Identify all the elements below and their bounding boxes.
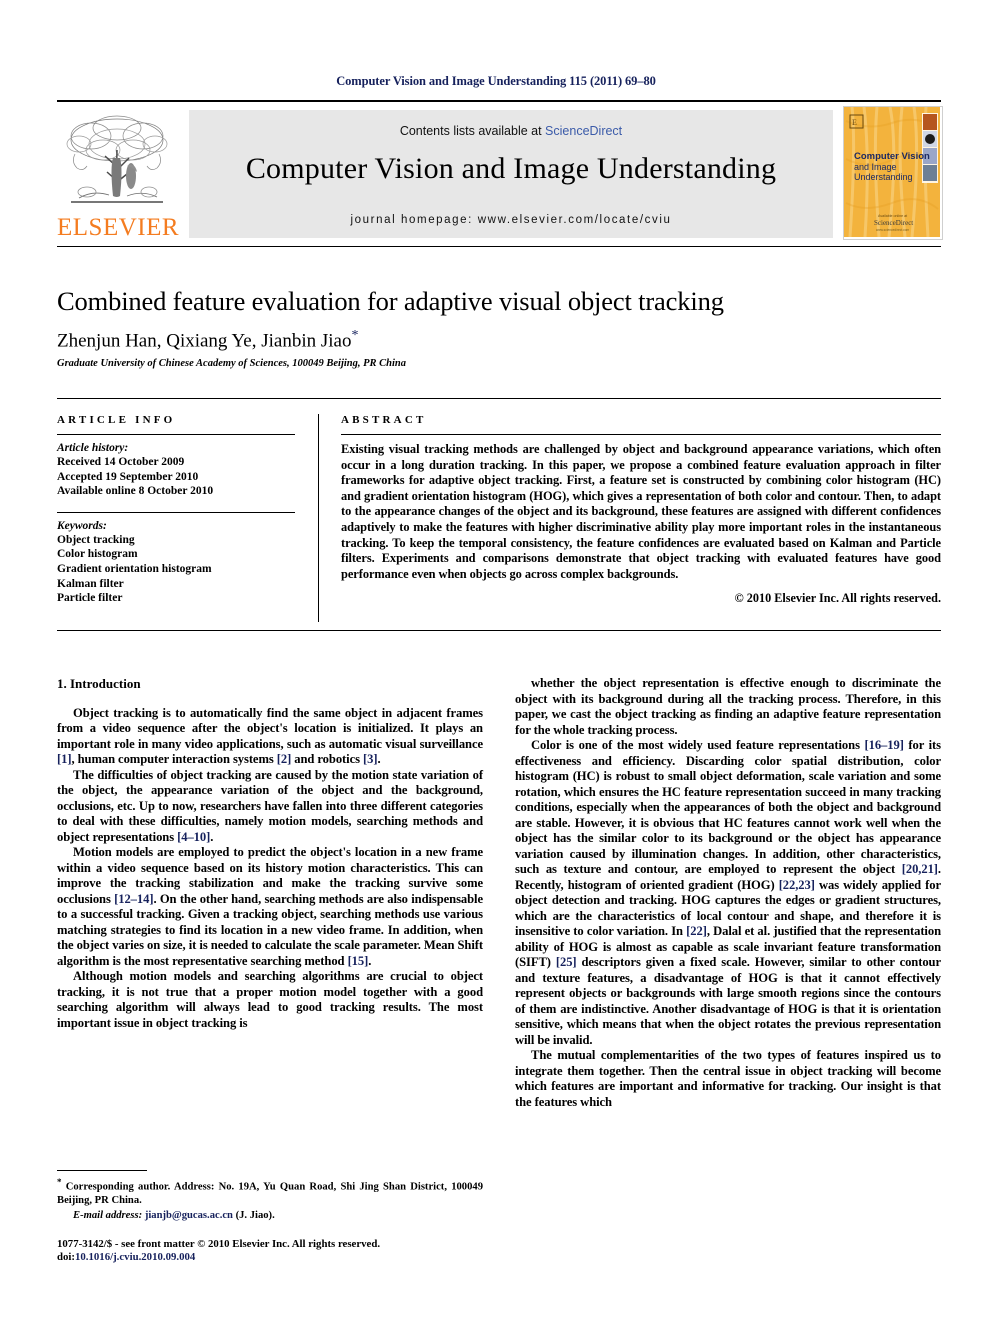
author-list: Zhenjun Han, Qixiang Ye, Jianbin Jiao*	[57, 328, 941, 352]
sciencedirect-link[interactable]: ScienceDirect	[545, 124, 622, 138]
citation-ref[interactable]: [25]	[556, 955, 577, 969]
svg-text:ScienceDirect: ScienceDirect	[874, 219, 913, 227]
email-suffix: (J. Jiao).	[232, 1209, 275, 1221]
info-abstract-separator	[318, 414, 319, 622]
article-info-heading: ARTICLE INFO	[57, 414, 176, 426]
paragraph: The mutual complementarities of the two …	[515, 1048, 941, 1109]
journal-cover-thumbnail: E Computer Vision and Image Understandin…	[843, 106, 943, 240]
article-history-label: Article history:	[57, 442, 129, 454]
keyword-item: Object tracking	[57, 533, 135, 546]
journal-masthead: ELSEVIER Contents lists available at Sci…	[57, 100, 943, 242]
citation-ref[interactable]: [22]	[686, 924, 707, 938]
journal-banner: Contents lists available at ScienceDirec…	[189, 110, 833, 238]
email-link[interactable]: jianjb@gucas.ac.cn	[145, 1210, 233, 1221]
footnote-rule	[57, 1170, 147, 1171]
keywords-label: Keywords:	[57, 519, 107, 532]
citation-ref[interactable]: [15]	[348, 954, 369, 968]
info-divider-bottom	[57, 630, 941, 631]
author-names: Zhenjun Han, Qixiang Ye, Jianbin Jiao	[57, 330, 352, 352]
abstract-heading: ABSTRACT	[341, 414, 427, 426]
history-accepted: Accepted 19 September 2010	[57, 470, 199, 483]
footnote-email-line: E-mail address: jianjb@gucas.ac.cn (J. J…	[57, 1209, 483, 1222]
citation-ref[interactable]: [16–19]	[865, 738, 904, 752]
keyword-item: Color histogram	[57, 548, 138, 561]
title-divider	[57, 246, 941, 247]
svg-text:Understanding: Understanding	[854, 172, 913, 182]
citation-ref[interactable]: [4–10]	[177, 830, 210, 844]
paragraph: The difficulties of object tracking are …	[57, 767, 483, 844]
citation-ref[interactable]: [1]	[57, 752, 72, 766]
elsevier-wordmark: ELSEVIER	[57, 214, 180, 241]
journal-title: Computer Vision and Image Understanding	[245, 152, 777, 185]
elsevier-logo: ELSEVIER	[57, 110, 179, 241]
body-column-left: 1. Introduction Object tracking is to au…	[57, 676, 483, 1031]
cover-artwork: E Computer Vision and Image Understandin…	[844, 107, 940, 238]
citation-ref[interactable]: [12–14]	[114, 892, 153, 906]
paragraph: whether the object representation is eff…	[515, 676, 941, 737]
abstract-block: ABSTRACT Existing visual tracking method…	[341, 414, 941, 606]
doi-label: doi:	[57, 1251, 75, 1264]
affiliation: Graduate University of Chinese Academy o…	[57, 358, 407, 369]
journal-homepage-link[interactable]: journal homepage: www.elsevier.com/locat…	[189, 214, 833, 226]
citation-ref[interactable]: [2]	[277, 752, 292, 766]
email-label: E-mail address:	[73, 1209, 143, 1221]
svg-text:E: E	[852, 118, 857, 127]
body-column-right: whether the object representation is eff…	[515, 676, 941, 1110]
citation-ref[interactable]: [20,21]	[902, 862, 938, 876]
abstract-rule	[341, 434, 941, 435]
paragraph: Although motion models and searching alg…	[57, 969, 483, 1030]
keyword-item: Gradient orientation histogram	[57, 562, 212, 575]
svg-text:and Image: and Image	[854, 162, 897, 172]
abstract-copyright: © 2010 Elsevier Inc. All rights reserved…	[734, 591, 941, 606]
svg-text:www.sciencedirect.com: www.sciencedirect.com	[876, 228, 909, 232]
footnote-text: Corresponding author. Address: No. 19A, …	[57, 1181, 483, 1206]
paper-page: Computer Vision and Image Understanding …	[0, 0, 992, 1323]
section-heading-introduction: 1. Introduction	[57, 676, 141, 691]
contents-available-line: Contents lists available at ScienceDirec…	[189, 124, 833, 138]
corresponding-author-marker: *	[351, 328, 359, 343]
running-head: Computer Vision and Image Understanding …	[336, 74, 656, 88]
svg-text:Computer Vision: Computer Vision	[854, 151, 930, 162]
citation-ref[interactable]: [22,23]	[779, 878, 815, 892]
footer-block: 1077-3142/$ - see front matter © 2010 El…	[57, 1238, 483, 1265]
page-title: Combined feature evaluation for adaptive…	[57, 286, 724, 316]
keyword-item: Particle filter	[57, 592, 123, 605]
article-info-block: ARTICLE INFO Article history: Received 1…	[57, 414, 295, 606]
elsevier-tree-icon	[66, 115, 168, 203]
paragraph: Object tracking is to automatically find…	[57, 705, 483, 767]
contents-prefix: Contents lists available at	[399, 124, 546, 138]
article-info-rule	[57, 434, 295, 435]
doi-line: doi:10.1016/j.cviu.2010.09.004	[57, 1251, 483, 1264]
history-received: Received 14 October 2009	[57, 456, 185, 468]
svg-text:Available online at: Available online at	[878, 214, 907, 218]
citation-ref[interactable]: [3]	[363, 752, 378, 766]
abstract-text: Existing visual tracking methods are cha…	[341, 442, 941, 581]
keyword-item: Kalman filter	[57, 577, 124, 590]
paragraph: Color is one of the most widely used fea…	[515, 738, 941, 1047]
footnote-block: * Corresponding author. Address: No. 19A…	[57, 1176, 483, 1222]
history-available-online: Available online 8 October 2010	[57, 485, 214, 498]
keywords-rule	[57, 511, 295, 513]
doi-link[interactable]: 10.1016/j.cviu.2010.09.004	[75, 1251, 195, 1263]
paragraph: Motion models are employed to predict th…	[57, 845, 483, 968]
info-divider-top	[57, 398, 941, 399]
issn-line: 1077-3142/$ - see front matter © 2010 El…	[57, 1238, 381, 1250]
